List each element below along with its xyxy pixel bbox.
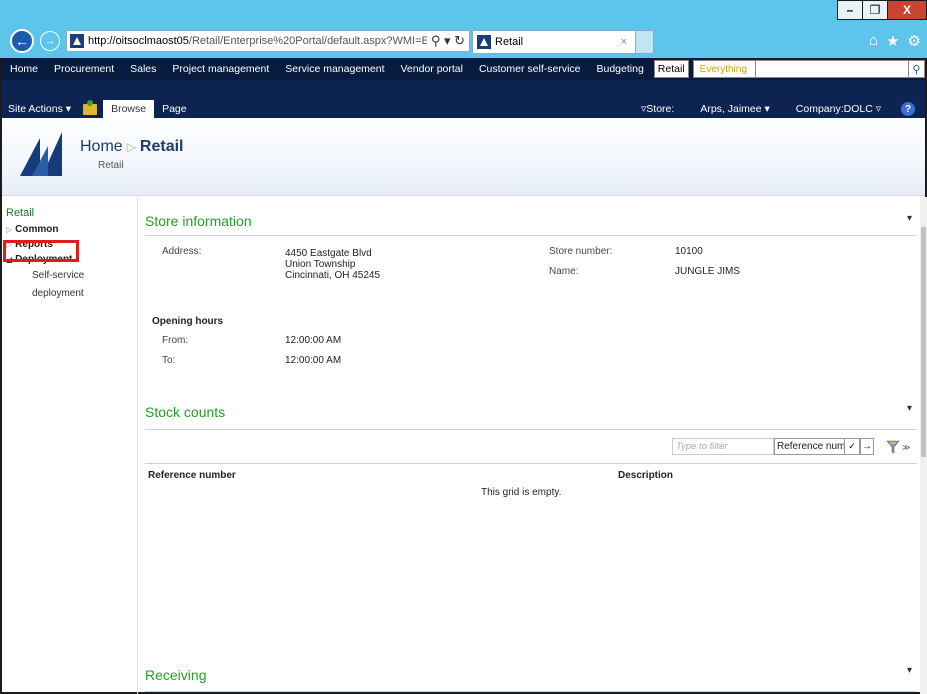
column-header-description[interactable]: Description	[618, 470, 673, 481]
ribbon-right-controls: ▿Store: Arps, Jaimee ▾ Company:DOLC ▿ ?	[635, 100, 915, 118]
address-bar[interactable]: http://oitsoclmaost05/Retail/Enterprise%…	[66, 30, 470, 52]
browser-tools: ⌂ ★ ⚙	[869, 32, 921, 50]
filter-field-value: Reference num	[777, 441, 846, 452]
expand-triangle-icon: ▷	[6, 225, 13, 234]
page-scrollbar[interactable]	[920, 197, 927, 694]
topnav-home[interactable]: Home	[2, 58, 46, 80]
section-divider	[145, 691, 917, 692]
window-controls: – ❐ X	[837, 0, 927, 20]
receiving-collapse-icon[interactable]: ▾	[907, 665, 912, 676]
section-divider	[145, 429, 917, 430]
new-tab-button[interactable]	[636, 30, 654, 54]
url-path: /Retail/Enterprise%20Portal/default.aspx…	[188, 35, 451, 47]
leftnav-common-label: Common	[15, 224, 59, 235]
stock-counts-collapse-icon[interactable]: ▾	[907, 403, 912, 414]
reports-highlight-box	[3, 240, 79, 262]
topnav-procurement[interactable]: Procurement	[46, 58, 122, 80]
leftnav-common[interactable]: ▷ Common	[2, 222, 137, 237]
breadcrumb-home[interactable]: Home	[80, 138, 123, 156]
section-divider	[145, 235, 917, 236]
topnav-retail[interactable]: Retail	[653, 60, 689, 78]
leftnav-root-retail[interactable]: Retail	[2, 207, 137, 219]
back-arrow-icon[interactable]: ←	[10, 29, 34, 53]
chevron-down-icon[interactable]: ✓	[844, 439, 859, 454]
tab-close-icon[interactable]: ×	[621, 36, 627, 48]
settings-gear-icon[interactable]: ⚙	[908, 32, 921, 50]
help-icon[interactable]: ?	[901, 102, 915, 116]
main-content: Store information ▾ Address: 4450 Eastga…	[145, 197, 920, 694]
minimize-button[interactable]: –	[837, 0, 863, 20]
page-header: Home ▷ Retail Retail	[2, 118, 925, 196]
search-icon[interactable]: ⚲	[908, 60, 925, 78]
filter-funnel-icon[interactable]: ≫	[886, 440, 910, 454]
topnav-project-management[interactable]: Project management	[164, 58, 277, 80]
store-number-value: 10100	[675, 246, 703, 257]
favorites-star-icon[interactable]: ★	[886, 32, 899, 50]
browser-tab-retail[interactable]: Retail ×	[472, 30, 636, 54]
dynamics-ax-logo-icon	[20, 132, 62, 176]
to-value: 12:00:00 AM	[285, 355, 342, 366]
tab-browse[interactable]: Browse	[103, 100, 155, 118]
site-favicon-icon	[70, 34, 84, 48]
tab-title: Retail	[495, 36, 524, 48]
store-selector[interactable]: ▿Store:	[635, 103, 680, 115]
company-selector[interactable]: Company:DOLC ▿	[790, 103, 887, 115]
to-label: To:	[162, 355, 176, 366]
topnav-vendor-portal[interactable]: Vendor portal	[393, 58, 471, 80]
receiving-title[interactable]: Receiving	[145, 667, 206, 683]
search-scope-select[interactable]: Everything	[692, 60, 756, 78]
quick-launch-nav: Retail ▷ Common ▷ Reports ◢ Deployment Self…	[2, 197, 138, 694]
stock-counts-title[interactable]: Stock counts	[145, 404, 225, 420]
page-title: Retail	[139, 138, 184, 155]
store-name-label: Name:	[549, 266, 579, 277]
topnav-service-management[interactable]: Service management	[277, 58, 392, 80]
address-label: Address:	[162, 246, 202, 257]
from-label: From:	[162, 335, 189, 346]
store-name-value: JUNGLE JIMS	[675, 266, 741, 277]
navigate-up-folder-icon[interactable]	[83, 99, 98, 115]
ribbon-bar: Site Actions ▾ Browse Page ▿Store: Arps,…	[2, 80, 925, 118]
home-icon[interactable]: ⌂	[869, 32, 878, 50]
tab-page[interactable]: Page	[154, 100, 195, 118]
url-host: http://oitsoclmaost05	[88, 35, 189, 47]
page-subtitle: Retail	[98, 160, 124, 171]
close-window-button[interactable]: X	[887, 0, 927, 20]
grid-filter-field-select[interactable]: Reference num ✓	[774, 438, 860, 455]
grid-header-divider	[145, 463, 917, 464]
breadcrumb-separator-icon: ▷	[126, 140, 136, 154]
leftnav-self-service-deployment[interactable]: Self-service deployment	[2, 267, 137, 299]
top-navigation: Home Procurement Sales Project managemen…	[2, 58, 925, 80]
forward-arrow-icon[interactable]: →	[40, 31, 60, 51]
svg-text:≫: ≫	[902, 443, 910, 452]
search-refresh-icons[interactable]: ⚲ ▾ ↻	[426, 33, 465, 49]
topnav-sales[interactable]: Sales	[122, 58, 164, 80]
browser-titlebar: – ❐ X ← → http://oitsoclmaost05/Retail/E…	[0, 0, 927, 58]
user-menu[interactable]: Arps, Jaimee ▾	[694, 103, 775, 115]
maximize-button[interactable]: ❐	[862, 0, 888, 20]
breadcrumb: Home ▷ Retail	[80, 138, 184, 156]
topnav-customer-self-service[interactable]: Customer self-service	[471, 58, 589, 80]
tab-favicon-icon	[477, 35, 491, 49]
scrollbar-thumb[interactable]	[921, 227, 926, 457]
store-number-label: Store number:	[549, 246, 613, 257]
site-actions-menu[interactable]: Site Actions ▾	[2, 103, 77, 115]
store-information-collapse-icon[interactable]: ▾	[907, 213, 912, 224]
store-information-title[interactable]: Store information	[145, 213, 252, 229]
topnav-budgeting[interactable]: Budgeting	[589, 58, 652, 80]
address-line1: 4450 Eastgate Blvd	[285, 248, 372, 259]
grid-filter-input[interactable]: Type to filter	[672, 438, 774, 455]
column-header-reference-number[interactable]: Reference number	[148, 470, 236, 481]
address-line3: Cincinnati, OH 45245	[285, 270, 381, 281]
opening-hours-heading: Opening hours	[152, 316, 224, 327]
address-line2: Union Township	[285, 259, 356, 270]
apply-filter-arrow-icon[interactable]: →	[860, 438, 874, 455]
grid-empty-message: This grid is empty.	[481, 487, 562, 498]
site-search-input[interactable]	[755, 60, 909, 78]
from-value: 12:00:00 AM	[285, 335, 342, 346]
